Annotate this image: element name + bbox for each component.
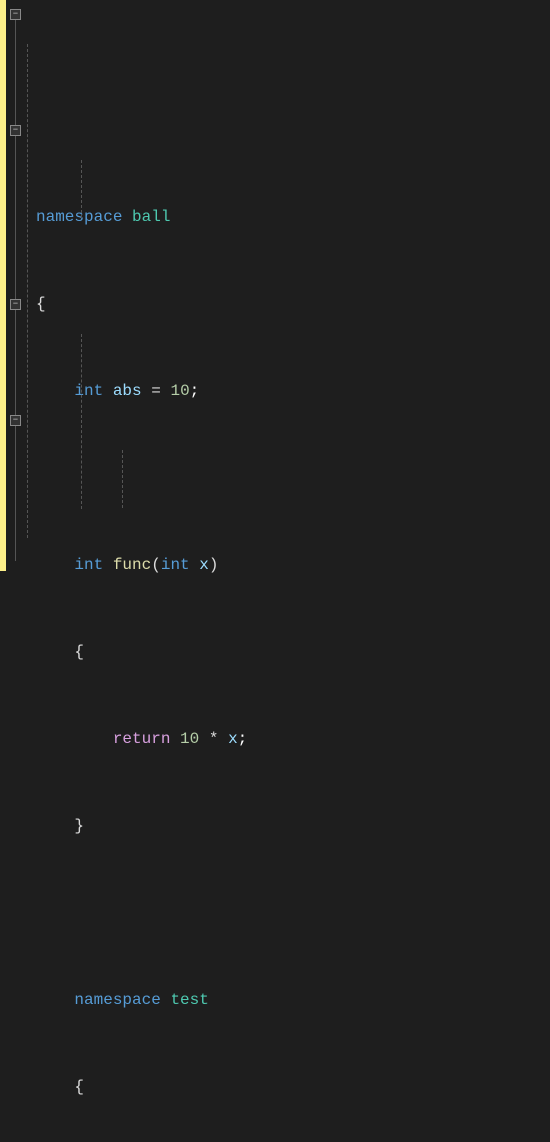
- type: int: [74, 556, 103, 574]
- code-line[interactable]: namespace ball: [36, 203, 550, 232]
- fold-toggle-icon[interactable]: [10, 125, 21, 136]
- code-editor[interactable]: namespace ball { int abs = 10; int func(…: [0, 0, 550, 571]
- indent-guide: [81, 334, 82, 509]
- code-line[interactable]: }: [36, 812, 550, 841]
- type: int: [74, 382, 103, 400]
- paren: ): [209, 556, 219, 574]
- semicolon: ;: [190, 382, 200, 400]
- code-line[interactable]: return 10 * x;: [36, 725, 550, 754]
- paren: (: [151, 556, 161, 574]
- code-line[interactable]: {: [36, 1073, 550, 1102]
- fold-toggle-icon[interactable]: [10, 9, 21, 20]
- param: x: [199, 556, 209, 574]
- brace: }: [74, 817, 84, 835]
- fold-toggle-icon[interactable]: [10, 299, 21, 310]
- number: 10: [170, 382, 189, 400]
- code-line[interactable]: int func(int x): [36, 551, 550, 580]
- brace: {: [74, 1078, 84, 1096]
- indent-guide: [122, 450, 123, 508]
- semicolon: ;: [238, 730, 248, 748]
- code-line[interactable]: int abs = 10;: [36, 377, 550, 406]
- keyword: return: [113, 730, 171, 748]
- code-line[interactable]: namespace test: [36, 986, 550, 1015]
- identifier: ball: [132, 208, 170, 226]
- code-area[interactable]: namespace ball { int abs = 10; int func(…: [32, 0, 550, 571]
- code-line[interactable]: [36, 464, 550, 493]
- operator: =: [151, 382, 161, 400]
- type: int: [161, 556, 190, 574]
- identifier: abs: [113, 382, 142, 400]
- fold-toggle-icon[interactable]: [10, 415, 21, 426]
- brace: {: [74, 643, 84, 661]
- fold-gutter: [6, 0, 32, 571]
- keyword: namespace: [36, 208, 122, 226]
- operator: *: [209, 730, 219, 748]
- fold-line: [15, 20, 16, 561]
- code-line[interactable]: {: [36, 290, 550, 319]
- identifier: x: [228, 730, 238, 748]
- brace: {: [36, 295, 46, 313]
- indent-guide: [81, 160, 82, 218]
- code-line[interactable]: {: [36, 638, 550, 667]
- code-line[interactable]: [36, 899, 550, 928]
- keyword: namespace: [74, 991, 160, 1009]
- number: 10: [180, 730, 199, 748]
- function-name: func: [113, 556, 151, 574]
- identifier: test: [170, 991, 208, 1009]
- indent-guide: [27, 44, 28, 538]
